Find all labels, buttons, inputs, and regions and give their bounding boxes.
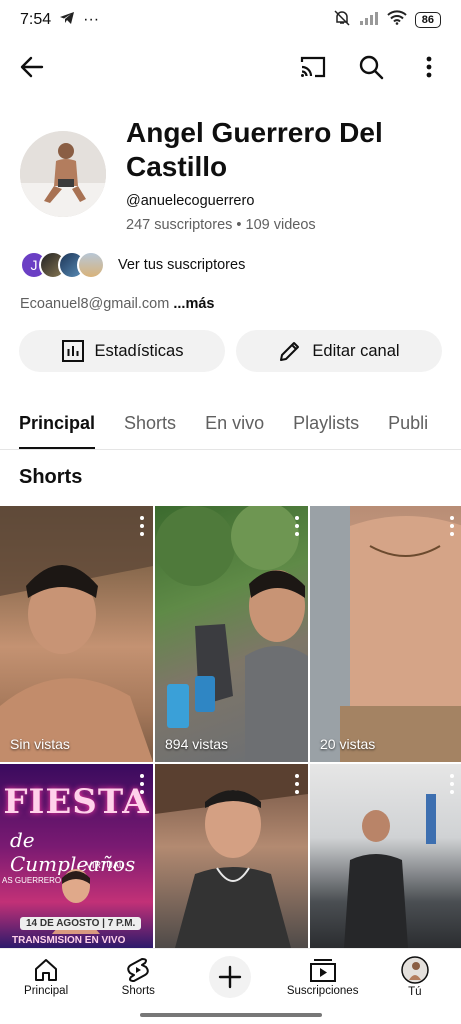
analytics-button[interactable]: Estadísticas <box>19 330 225 372</box>
cast-icon <box>300 56 326 78</box>
cast-button[interactable] <box>295 49 331 85</box>
nav-shorts[interactable]: Shorts <box>93 957 183 997</box>
back-button[interactable] <box>14 49 50 85</box>
create-button[interactable] <box>209 955 252 998</box>
view-subscribers-link[interactable]: Ver tus suscriptores <box>118 257 245 273</box>
gesture-bar[interactable] <box>140 1013 322 1017</box>
top-app-bar <box>0 42 461 92</box>
short-thumbnail[interactable] <box>155 764 308 948</box>
home-icon <box>35 958 58 981</box>
short-menu-icon[interactable] <box>139 516 145 536</box>
status-bar: 7:54 ··· 86 <box>0 0 461 40</box>
nav-subscriptions[interactable]: Suscripciones <box>278 957 368 997</box>
short-views: 20 vistas <box>320 736 376 752</box>
bottom-navigation: Principal Shorts Suscripciones Tú <box>0 948 461 1004</box>
muted-bell-icon <box>333 9 351 31</box>
avatar-photo <box>20 131 106 217</box>
telegram-icon <box>59 11 75 30</box>
short-thumbnail[interactable]: Sin vistas <box>0 506 153 762</box>
short-menu-icon[interactable] <box>139 774 145 794</box>
more-notifications: ··· <box>83 11 100 28</box>
short-menu-icon[interactable] <box>294 516 300 536</box>
channel-name: Angel Guerrero Del Castillo <box>126 117 383 182</box>
tab-playlists[interactable]: Playlists <box>293 398 359 449</box>
plus-icon <box>219 965 242 988</box>
nav-home-label: Principal <box>24 984 69 997</box>
analytics-label: Estadísticas <box>94 341 184 360</box>
tab-posts[interactable]: Publi <box>388 398 428 449</box>
short-views: Sin vistas <box>10 736 70 752</box>
tab-live[interactable]: En vivo <box>205 398 264 449</box>
wifi-icon <box>387 10 407 30</box>
battery-indicator: 86 <box>414 12 441 28</box>
subscribers-row[interactable]: J Ver tus suscriptores <box>20 250 245 280</box>
more-options-button[interactable] <box>411 49 447 85</box>
edit-channel-label: Editar canal <box>312 341 400 360</box>
nav-home[interactable]: Principal <box>1 957 91 997</box>
channel-tabs: Principal Shorts En vivo Playlists Publi <box>0 398 461 450</box>
search-icon <box>359 55 384 80</box>
tab-shorts[interactable]: Shorts <box>124 398 176 449</box>
shorts-grid: Sin vistas 894 vistas 20 vistas FIESTA d… <box>0 506 461 948</box>
channel-stats: 247 suscriptores • 109 videos <box>126 217 316 233</box>
short-menu-icon[interactable] <box>294 774 300 794</box>
analytics-icon <box>61 340 84 362</box>
thumbnail-image <box>155 506 308 762</box>
edit-channel-button[interactable]: Editar canal <box>236 330 442 372</box>
short-thumbnail[interactable] <box>310 764 461 948</box>
poster-date: 14 DE AGOSTO | 7 P.M. <box>20 917 142 930</box>
profile-avatar-icon <box>401 955 429 984</box>
more-link[interactable]: ...más <box>173 296 214 312</box>
nav-subscriptions-label: Suscripciones <box>286 984 359 997</box>
pencil-icon <box>280 342 300 361</box>
thumbnail-image <box>344 794 436 948</box>
subscriber-avatar <box>77 251 105 279</box>
signal-icon <box>359 11 379 30</box>
nav-shorts-label: Shorts <box>121 984 155 997</box>
short-thumbnail[interactable]: FIESTA de Cumpleaños VIRTUAL AS GUERRERO… <box>0 764 153 948</box>
thumbnail-image <box>0 506 153 762</box>
short-views: 894 vistas <box>165 736 229 752</box>
vertical-dots-icon <box>426 56 432 78</box>
channel-handle: @anuelecoguerrero <box>126 193 255 209</box>
shorts-section-title: Shorts <box>19 466 83 488</box>
channel-description[interactable]: Ecoanuel8@gmail.com ...más <box>20 296 214 312</box>
thumbnail-image <box>155 764 308 948</box>
short-menu-icon[interactable] <box>449 774 455 794</box>
description-text: Ecoanuel8@gmail.com <box>20 296 170 312</box>
tab-principal[interactable]: Principal <box>19 398 96 449</box>
channel-avatar[interactable] <box>20 131 106 217</box>
arrow-left-icon <box>20 56 44 78</box>
channel-actions: Estadísticas Editar canal <box>19 330 442 372</box>
shorts-icon <box>127 957 150 982</box>
nav-you-label: Tú <box>408 985 422 998</box>
subscriptions-icon <box>309 958 336 982</box>
short-thumbnail[interactable]: 894 vistas <box>155 506 308 762</box>
poster-title: FIESTA <box>3 782 150 822</box>
poster-live-label: TRANSMISION EN VIVO <box>12 935 126 946</box>
nav-create[interactable] <box>185 955 275 998</box>
nav-you[interactable]: Tú <box>370 955 460 998</box>
status-time: 7:54 <box>20 11 52 28</box>
thumbnail-image <box>310 506 461 762</box>
short-thumbnail[interactable]: 20 vistas <box>310 506 461 762</box>
search-button[interactable] <box>353 49 389 85</box>
short-menu-icon[interactable] <box>449 516 455 536</box>
